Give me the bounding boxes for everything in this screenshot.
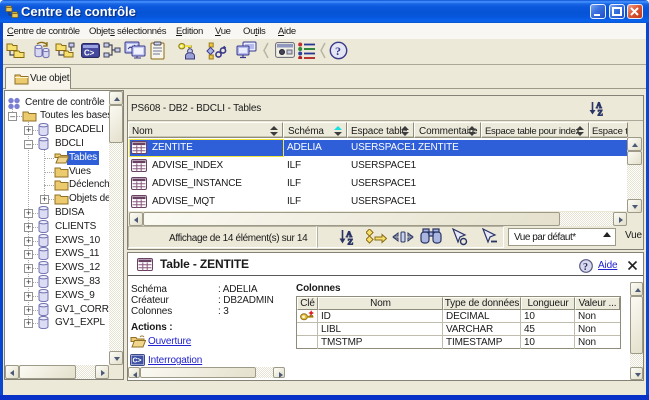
svg-text:C>: C> <box>84 49 95 58</box>
svg-text:Z: Z <box>598 109 603 117</box>
svg-text:?: ? <box>335 44 341 58</box>
svg-text:Z: Z <box>348 237 354 246</box>
svg-text:?: ? <box>583 262 588 273</box>
svg-text:C>: C> <box>133 358 142 365</box>
